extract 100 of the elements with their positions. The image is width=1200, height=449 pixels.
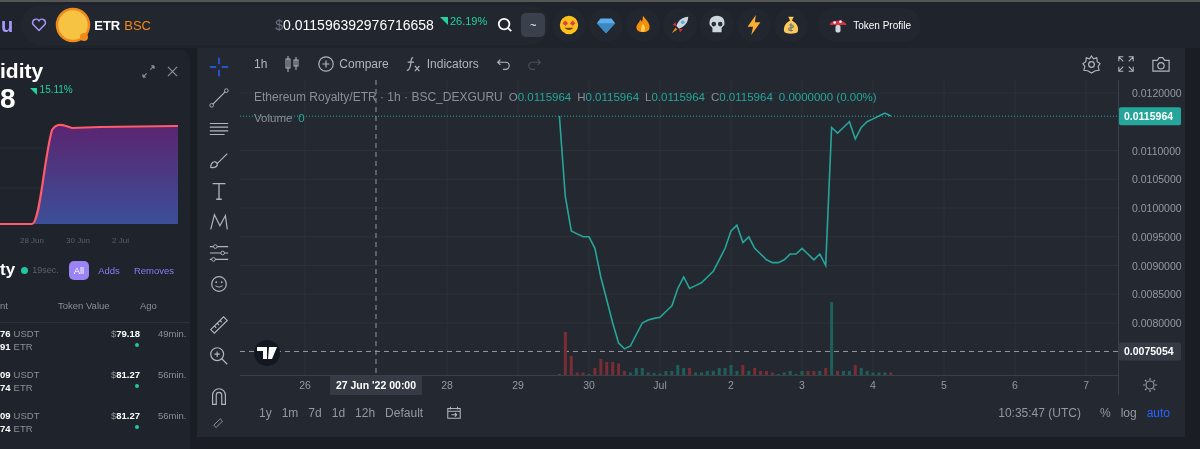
price-tick: 0.0120000 [1132, 87, 1182, 99]
liquidity-value: 8 [0, 84, 16, 114]
unit-label: USDT [13, 410, 40, 421]
scale-option[interactable]: auto [1141, 404, 1175, 422]
price-tick: 0.0095000 [1132, 230, 1182, 243]
symbol-label: Ethereum Royalty/ETR · 1h · BSC_DEXGURU [254, 90, 503, 104]
unit-label: ETR [13, 382, 33, 393]
price-tick: 0.0090000 [1132, 259, 1182, 272]
token-value: 81.27 [116, 369, 140, 380]
time-tag: 27 Jun '22 00:00 [330, 376, 422, 395]
token-symbol: ETR [94, 17, 121, 33]
currency-sign: $ [275, 17, 284, 33]
filter-tab[interactable]: All [68, 260, 90, 280]
up-triangle-icon [439, 17, 448, 25]
filter-tab[interactable]: Removes [128, 260, 179, 280]
time-tick: 5 [941, 379, 947, 391]
reaction-button[interactable] [700, 8, 735, 42]
live-dot-icon [21, 266, 29, 274]
settings-icon[interactable] [1082, 54, 1101, 74]
ruler-icon[interactable] [207, 314, 230, 336]
amount-value: 76 [0, 328, 11, 339]
time-tick: 28 [441, 379, 453, 391]
heart-eyes-icon [558, 14, 581, 36]
range-button[interactable]: 7d [303, 404, 327, 422]
trend-line-icon[interactable] [207, 87, 230, 109]
expand-icon[interactable] [142, 64, 155, 78]
range-button[interactable]: 1d [326, 404, 351, 422]
liquidity-change: 15.11% [39, 84, 73, 95]
brand-text[interactable]: u [1, 13, 14, 37]
scale-option[interactable]: % [1094, 404, 1116, 422]
scale-option[interactable]: log [1115, 404, 1142, 422]
range-button[interactable]: 12h [350, 404, 381, 422]
time-tick: 26 [299, 379, 311, 391]
range-button[interactable]: 1m [276, 404, 304, 422]
zoom-in-icon[interactable] [207, 345, 230, 367]
amount-value: 91 [0, 341, 11, 352]
currency-sign: $ [110, 410, 117, 421]
time-ago: 56min. [158, 410, 187, 423]
reaction-button[interactable] [774, 8, 809, 42]
reaction-button[interactable] [626, 8, 661, 42]
heart-icon[interactable] [31, 18, 48, 32]
indicators-button[interactable]: Indicators [398, 53, 485, 75]
time-ago: 56min. [158, 369, 187, 382]
ohlc-key: L [645, 91, 652, 103]
function-icon [404, 55, 423, 73]
amount-value: 09 [0, 369, 11, 380]
time-tick: Jul [653, 379, 667, 391]
interval-button[interactable]: 1h [248, 55, 274, 73]
close-icon[interactable] [167, 65, 178, 77]
reaction-button[interactable] [737, 8, 772, 42]
token-profile-button[interactable]: Token Profile [818, 8, 922, 42]
filter-tab[interactable]: Adds [93, 260, 125, 280]
section-title: ty [0, 260, 16, 280]
up-triangle-icon [29, 88, 37, 95]
volume-value: 0 [298, 112, 305, 124]
fullscreen-icon[interactable] [1117, 55, 1135, 73]
price-tick: 0.0085000 [1132, 288, 1182, 301]
ref-line-label: 0.0075054 [1124, 345, 1174, 358]
date-range-icon[interactable] [446, 405, 463, 421]
time-tick: 3 [799, 379, 805, 391]
update-time: 19sec. [32, 265, 59, 275]
range-button[interactable]: Default [380, 404, 429, 422]
amount-value: 09 [0, 410, 11, 421]
currency-sign: $ [110, 369, 117, 380]
ohlc-key: C [710, 91, 720, 103]
price-tag: 0.0075054 [1119, 342, 1181, 361]
time-tick: 7 [1083, 379, 1089, 391]
token-value: 79.18 [116, 328, 140, 339]
chart-logo-icon [254, 340, 280, 366]
column-header: nt [0, 299, 9, 311]
reaction-button[interactable] [663, 8, 698, 42]
ohlc-key: H [577, 91, 586, 103]
token-value: 81.27 [116, 410, 140, 421]
avatar-icon [55, 7, 92, 43]
amount-value: 74 [0, 382, 11, 393]
unit-label: ETR [13, 341, 33, 352]
clock-text: 10:35:47 (UTC) [998, 406, 1081, 420]
reaction-button[interactable] [589, 8, 624, 42]
card-title: idity [0, 59, 44, 83]
token-price: 0.011596392976716658 [283, 17, 434, 33]
time-tick: 2 [728, 379, 734, 391]
price-tick: 0.0100000 [1132, 202, 1182, 214]
reaction-button[interactable] [552, 8, 587, 42]
sliders-icon[interactable] [207, 242, 230, 264]
shortcut-button[interactable]: ~ [521, 13, 546, 37]
time-tick: 4 [870, 379, 876, 391]
undo-icon[interactable] [494, 56, 511, 72]
compare-button[interactable]: Compare [311, 53, 395, 75]
search-icon[interactable] [497, 17, 514, 33]
candles-icon[interactable] [283, 55, 302, 73]
time-tick: 29 [512, 379, 524, 391]
axis-settings-icon[interactable] [1142, 377, 1158, 393]
column-header: Ago [140, 299, 157, 311]
ohlc-value: 0.0115964 [517, 91, 572, 103]
price-tick: 0.0080000 [1132, 317, 1182, 329]
ref-line-label: 27 Jun '22 00:00 [335, 379, 417, 391]
camera-icon[interactable] [1151, 55, 1171, 73]
price-tick: 0.0110000 [1132, 144, 1181, 157]
ohlc-value: 0.0115964 [585, 91, 640, 103]
range-button[interactable]: 1y [254, 404, 277, 422]
